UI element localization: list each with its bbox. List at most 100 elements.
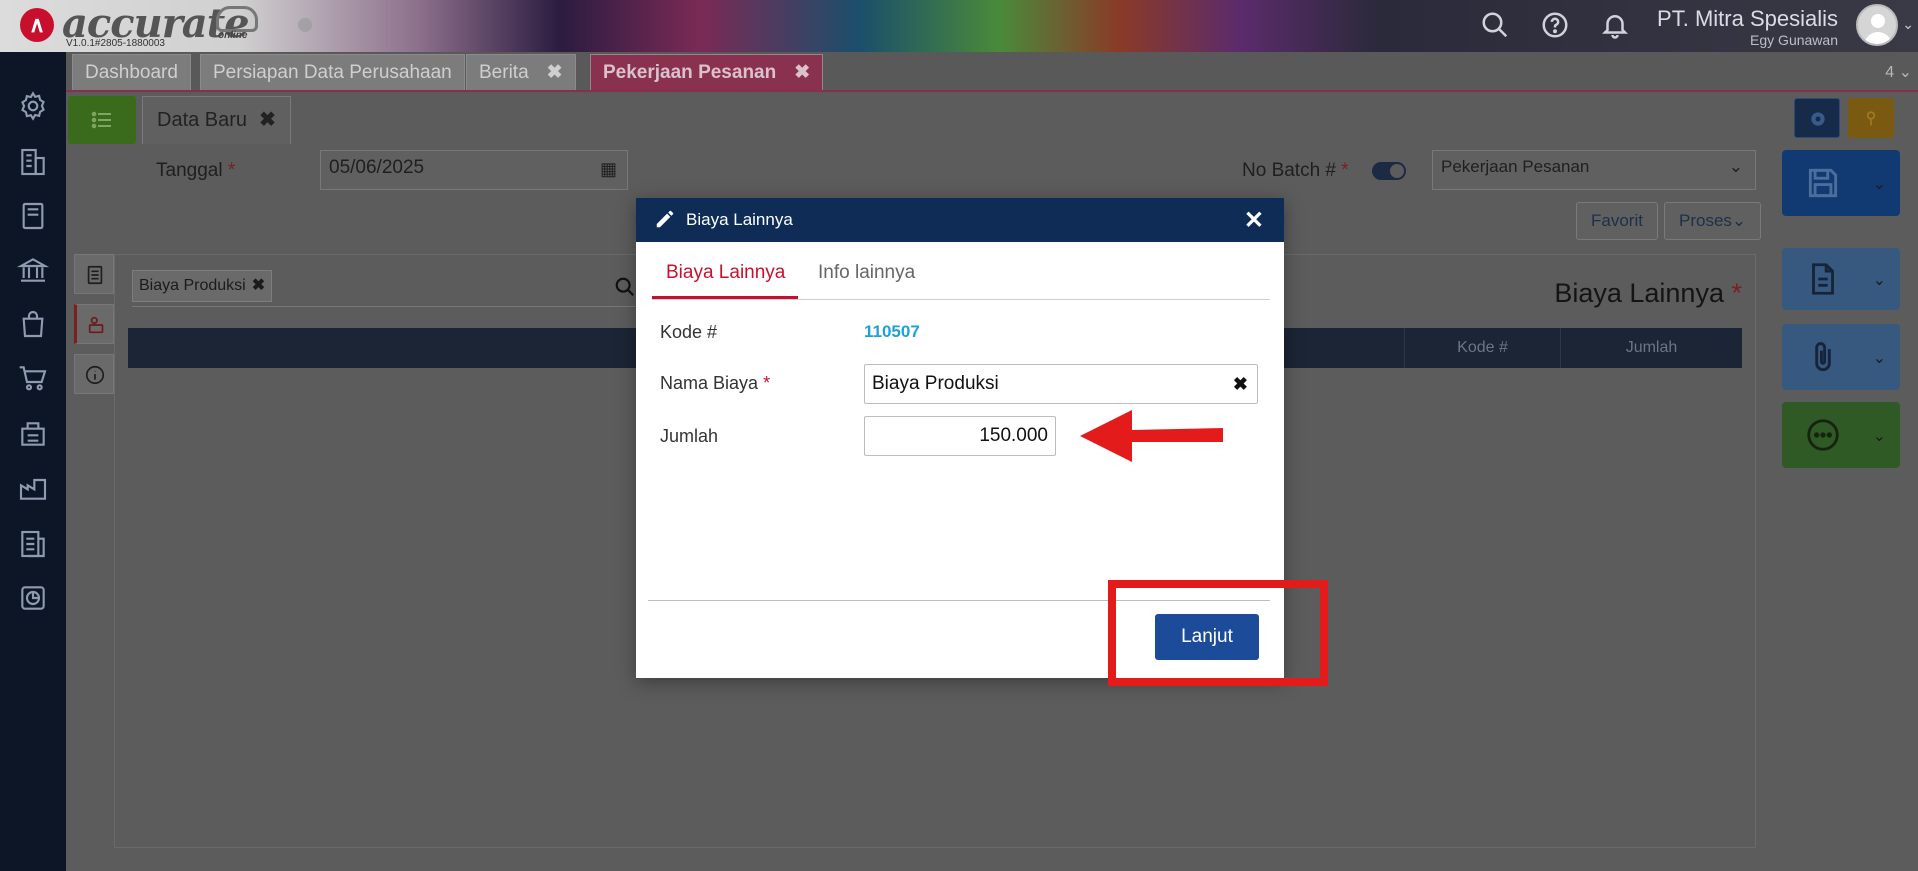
sidebar: [0, 52, 66, 871]
app-version: V1.0.1#2805-1880003: [66, 38, 165, 49]
cloud-icon: [216, 6, 258, 32]
panel-title: Biaya Lainnya *: [1554, 278, 1742, 308]
company-name: PT. Mitra Spesialis: [1657, 6, 1838, 31]
chevron-down-icon[interactable]: ⌄: [1902, 16, 1914, 33]
chevron-down-icon[interactable]: ⌄: [1873, 174, 1886, 194]
jumlah-input[interactable]: 150.000: [864, 416, 1056, 456]
tab-count[interactable]: 4 ⌄: [1885, 62, 1912, 82]
building-icon[interactable]: [17, 146, 49, 178]
help-icon[interactable]: [1540, 10, 1570, 40]
save-button[interactable]: ⌄: [1782, 150, 1900, 216]
close-icon[interactable]: ✖: [794, 62, 810, 83]
proses-button[interactable]: Proses⌄: [1664, 202, 1762, 240]
close-icon[interactable]: ✕: [1244, 206, 1264, 235]
paperclip-icon: [1815, 342, 1831, 372]
favorit-label: Favorit: [1591, 211, 1643, 230]
cart-icon[interactable]: [17, 362, 49, 394]
tax-icon[interactable]: [17, 528, 49, 560]
close-icon[interactable]: ✖: [252, 277, 265, 294]
chevron-down-icon[interactable]: ⌄: [1873, 270, 1886, 290]
type-select[interactable]: Pekerjaan Pesanan ⌄: [1432, 150, 1756, 190]
side-tab-costs[interactable]: [74, 304, 114, 344]
tab-persiapan-data[interactable]: Persiapan Data Perusahaan: [200, 54, 465, 90]
nama-biaya-label: Nama Biaya *: [660, 373, 771, 393]
favorit-button[interactable]: Favorit: [1576, 202, 1658, 240]
annotation-highlight-box: [1108, 580, 1328, 686]
nama-biaya-input[interactable]: Biaya Produksi ✖: [864, 364, 1258, 404]
tanggal-label: Tanggal *: [156, 160, 236, 181]
batch-label: No Batch # *: [1242, 160, 1349, 181]
tab-label: Persiapan Data Perusahaan: [213, 62, 452, 83]
chip-label: Biaya Produksi: [139, 277, 246, 294]
side-tab-document[interactable]: [74, 254, 114, 294]
list-button[interactable]: [68, 96, 136, 144]
factory-icon[interactable]: [17, 472, 49, 504]
chevron-down-icon: ⌄: [1728, 157, 1743, 176]
tab-label: Berita: [479, 62, 529, 83]
pin-button[interactable]: [1848, 98, 1894, 138]
info-icon: [85, 365, 105, 385]
tanggal-value: 05/06/2025: [329, 157, 425, 178]
tab-label: Dashboard: [85, 62, 178, 83]
search-icon[interactable]: [1480, 10, 1510, 40]
subtab-data-baru[interactable]: Data Baru ✖: [142, 96, 291, 144]
column-header-kode[interactable]: Kode #: [1404, 328, 1560, 368]
close-icon[interactable]: ✖: [547, 62, 563, 83]
calendar-icon[interactable]: ▦: [600, 159, 617, 180]
company-info[interactable]: PT. Mitra Spesialis Egy Gunawan: [1657, 6, 1838, 48]
pencil-icon: [654, 208, 676, 230]
bank-icon[interactable]: [16, 254, 50, 286]
type-value: Pekerjaan Pesanan: [1441, 157, 1590, 176]
money-bag-icon: [88, 316, 104, 334]
report-icon[interactable]: [17, 582, 49, 614]
document-icon: [1812, 263, 1834, 295]
avatar[interactable]: [1856, 4, 1898, 46]
tab-berita[interactable]: Berita ✖: [466, 54, 576, 90]
tab-pekerjaan-pesanan[interactable]: Pekerjaan Pesanan ✖: [590, 54, 824, 90]
tab-bar: Dashboard Persiapan Data Perusahaan Beri…: [66, 52, 1918, 92]
logo-subtext: online: [218, 30, 248, 41]
bell-icon[interactable]: [1600, 10, 1630, 40]
jumlah-value: 150.000: [979, 425, 1048, 446]
filter-chip[interactable]: Biaya Produksi ✖: [132, 270, 273, 302]
status-dot-icon: [298, 18, 312, 32]
user-name: Egy Gunawan: [1750, 32, 1838, 48]
search-icon[interactable]: [614, 276, 636, 298]
kode-label: Kode #: [660, 322, 718, 342]
more-options-icon: [1807, 419, 1839, 451]
gear-icon[interactable]: [17, 90, 49, 122]
tanggal-input[interactable]: 05/06/2025 ▦: [320, 150, 628, 190]
nama-biaya-label-text: Nama Biaya: [660, 373, 759, 393]
floppy-disk-icon: [1808, 168, 1838, 198]
tab-label: Pekerjaan Pesanan: [603, 62, 777, 83]
app-header: ∧ accurate online V1.0.1#2805-1880003 PT…: [0, 0, 1918, 52]
annotation-arrow: [1080, 410, 1223, 462]
tab-divider: [652, 299, 1270, 300]
batch-toggle[interactable]: [1372, 162, 1406, 180]
accurate-logo-icon: ∧: [20, 8, 54, 42]
settings-button[interactable]: [1794, 98, 1840, 138]
kode-value: 110507: [864, 322, 920, 341]
panel-title-text: Biaya Lainnya: [1554, 278, 1724, 308]
warehouse-icon[interactable]: [17, 418, 49, 450]
tab-biaya-lainnya[interactable]: Biaya Lainnya: [666, 262, 785, 284]
bag-icon[interactable]: [17, 308, 49, 340]
search-input[interactable]: [132, 306, 640, 307]
close-icon[interactable]: ✖: [259, 109, 276, 131]
column-header-jumlah[interactable]: Jumlah: [1560, 328, 1742, 368]
side-tab-info[interactable]: [74, 354, 114, 394]
more-button[interactable]: ⌄: [1782, 402, 1900, 468]
book-icon[interactable]: [17, 200, 49, 232]
tab-info-lainnya[interactable]: Info lainnya: [818, 262, 915, 284]
list-icon: [90, 108, 114, 132]
dialog-header: Biaya Lainnya ✕: [636, 198, 1284, 242]
jumlah-label: Jumlah: [660, 426, 719, 446]
attachment-button[interactable]: ⌄: [1782, 324, 1900, 390]
tab-dashboard[interactable]: Dashboard: [72, 54, 191, 90]
batch-label-text: No Batch #: [1242, 160, 1336, 181]
print-document-button[interactable]: ⌄: [1782, 248, 1900, 310]
chevron-down-icon[interactable]: ⌄: [1873, 348, 1886, 368]
tab-count-value: 4: [1885, 64, 1895, 81]
clear-icon[interactable]: ✖: [1233, 365, 1248, 403]
chevron-down-icon[interactable]: ⌄: [1873, 426, 1886, 446]
